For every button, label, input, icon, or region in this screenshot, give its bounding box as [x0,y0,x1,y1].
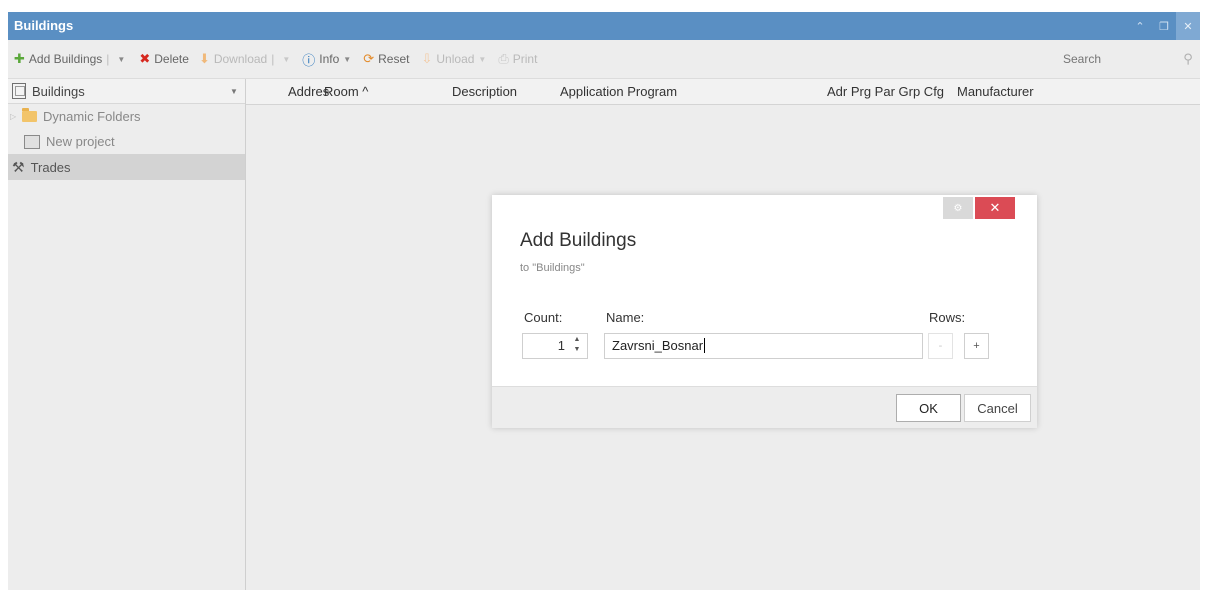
cancel-button[interactable]: Cancel [964,394,1031,422]
print-button[interactable]: ⎙ Print [498,51,537,67]
dialog-subtitle: to "Buildings" [520,262,585,274]
spinner-arrows-icon[interactable]: ▲ ▼ [571,335,583,355]
add-buildings-button[interactable]: ✚ Add Buildings | ▼ [14,51,125,67]
column-header-flags[interactable]: Adr Prg Par Grp Cfg [827,84,944,99]
dialog-footer: OK Cancel [492,386,1037,428]
delete-button[interactable]: ✖ Delete [139,51,189,67]
delete-icon: ✖ [139,51,151,66]
name-label: Name: [606,310,645,325]
reset-icon: ⟳ [363,51,375,66]
column-header-room[interactable]: Room ^ [324,84,368,99]
expand-arrow-icon[interactable]: ▷ [10,112,22,121]
folder-icon [22,108,37,122]
print-icon: ⎙ [498,51,509,66]
restore-icon[interactable]: ❐ [1152,12,1176,40]
name-field[interactable]: Zavrsni_Bosnar [604,333,923,359]
chevron-down-icon[interactable]: ▼ [117,55,125,64]
delete-label: Delete [154,52,189,66]
download-label: Download [213,52,268,66]
print-label: Print [512,52,538,66]
search-input[interactable] [988,48,1176,70]
column-header-manufacturer[interactable]: Manufacturer [957,84,1034,99]
ok-button[interactable]: OK [896,394,961,422]
tree-item-label: New project [46,134,115,149]
tree-item-dynamic-folders[interactable]: ▷ Dynamic Folders [8,104,245,129]
project-icon [24,134,40,149]
divider: | [106,52,110,66]
download-icon: ⬇ [198,51,210,66]
rows-minus-button[interactable]: - [928,333,953,359]
tree-item-new-project[interactable]: New project [8,129,245,154]
chevron-down-icon[interactable]: ▼ [230,87,238,96]
column-header-description[interactable]: Description [452,84,517,99]
divider: | [271,52,275,66]
info-button[interactable]: ⓘ Info ▼ [302,50,351,69]
tree-item-label: Dynamic Folders [43,109,141,124]
close-icon[interactable]: ✕ [975,197,1015,219]
download-button[interactable]: ⬇ Download | ▼ [199,51,290,67]
reset-button[interactable]: ⟳ Reset [363,51,409,67]
grid-header: Addres Room ^ Description Application Pr… [246,79,1200,105]
count-value: 1 [557,338,565,353]
settings-icon[interactable]: ⚙ [943,197,973,219]
search-box: ⚲ [988,48,1200,70]
close-window-icon[interactable]: ✕ [1176,12,1200,40]
unload-button[interactable]: ⇩ Unload ▼ [421,51,486,67]
add-buildings-label: Add Buildings [28,52,103,66]
window-controls: ⌃ ❐ ✕ [1128,12,1200,40]
trades-item[interactable]: ⚒ Trades [8,154,245,180]
unload-label: Unload [436,52,475,66]
building-icon [12,83,26,99]
panel-title: Buildings [32,83,85,99]
title-bar: Buildings ⌃ ❐ ✕ [8,12,1200,40]
trades-label: Trades [30,159,71,175]
window-title: Buildings [14,18,74,33]
info-label: Info [319,52,340,66]
chevron-down-icon[interactable]: ▼ [343,55,351,64]
plus-icon: ✚ [14,51,25,66]
count-stepper[interactable]: 1 ▲ ▼ [522,333,588,359]
left-panel: Buildings ▼ ▷ Dynamic Folders New projec… [8,79,246,590]
collapse-icon[interactable]: ⌃ [1128,12,1152,40]
info-icon: ⓘ [302,52,316,68]
panel-selector[interactable]: Buildings ▼ [8,79,245,104]
reset-label: Reset [378,52,410,66]
search-icon[interactable]: ⚲ [1176,51,1200,67]
chevron-down-icon[interactable]: ▼ [282,55,290,64]
count-label: Count: [524,310,563,325]
tools-icon: ⚒ [12,158,25,175]
toolbar: ✚ Add Buildings | ▼ ✖ Delete ⬇ Download … [8,40,1200,79]
unload-icon: ⇩ [421,51,433,66]
dialog-title: Add Buildings [520,230,637,251]
rows-plus-button[interactable]: + [964,333,989,359]
column-header-application-program[interactable]: Application Program [560,84,677,99]
rows-label: Rows: [929,310,966,325]
add-buildings-dialog: ⚙ ✕ Add Buildings to "Buildings" Count: … [492,195,1037,428]
chevron-down-icon[interactable]: ▼ [478,55,486,64]
name-value: Zavrsni_Bosnar [612,338,704,353]
